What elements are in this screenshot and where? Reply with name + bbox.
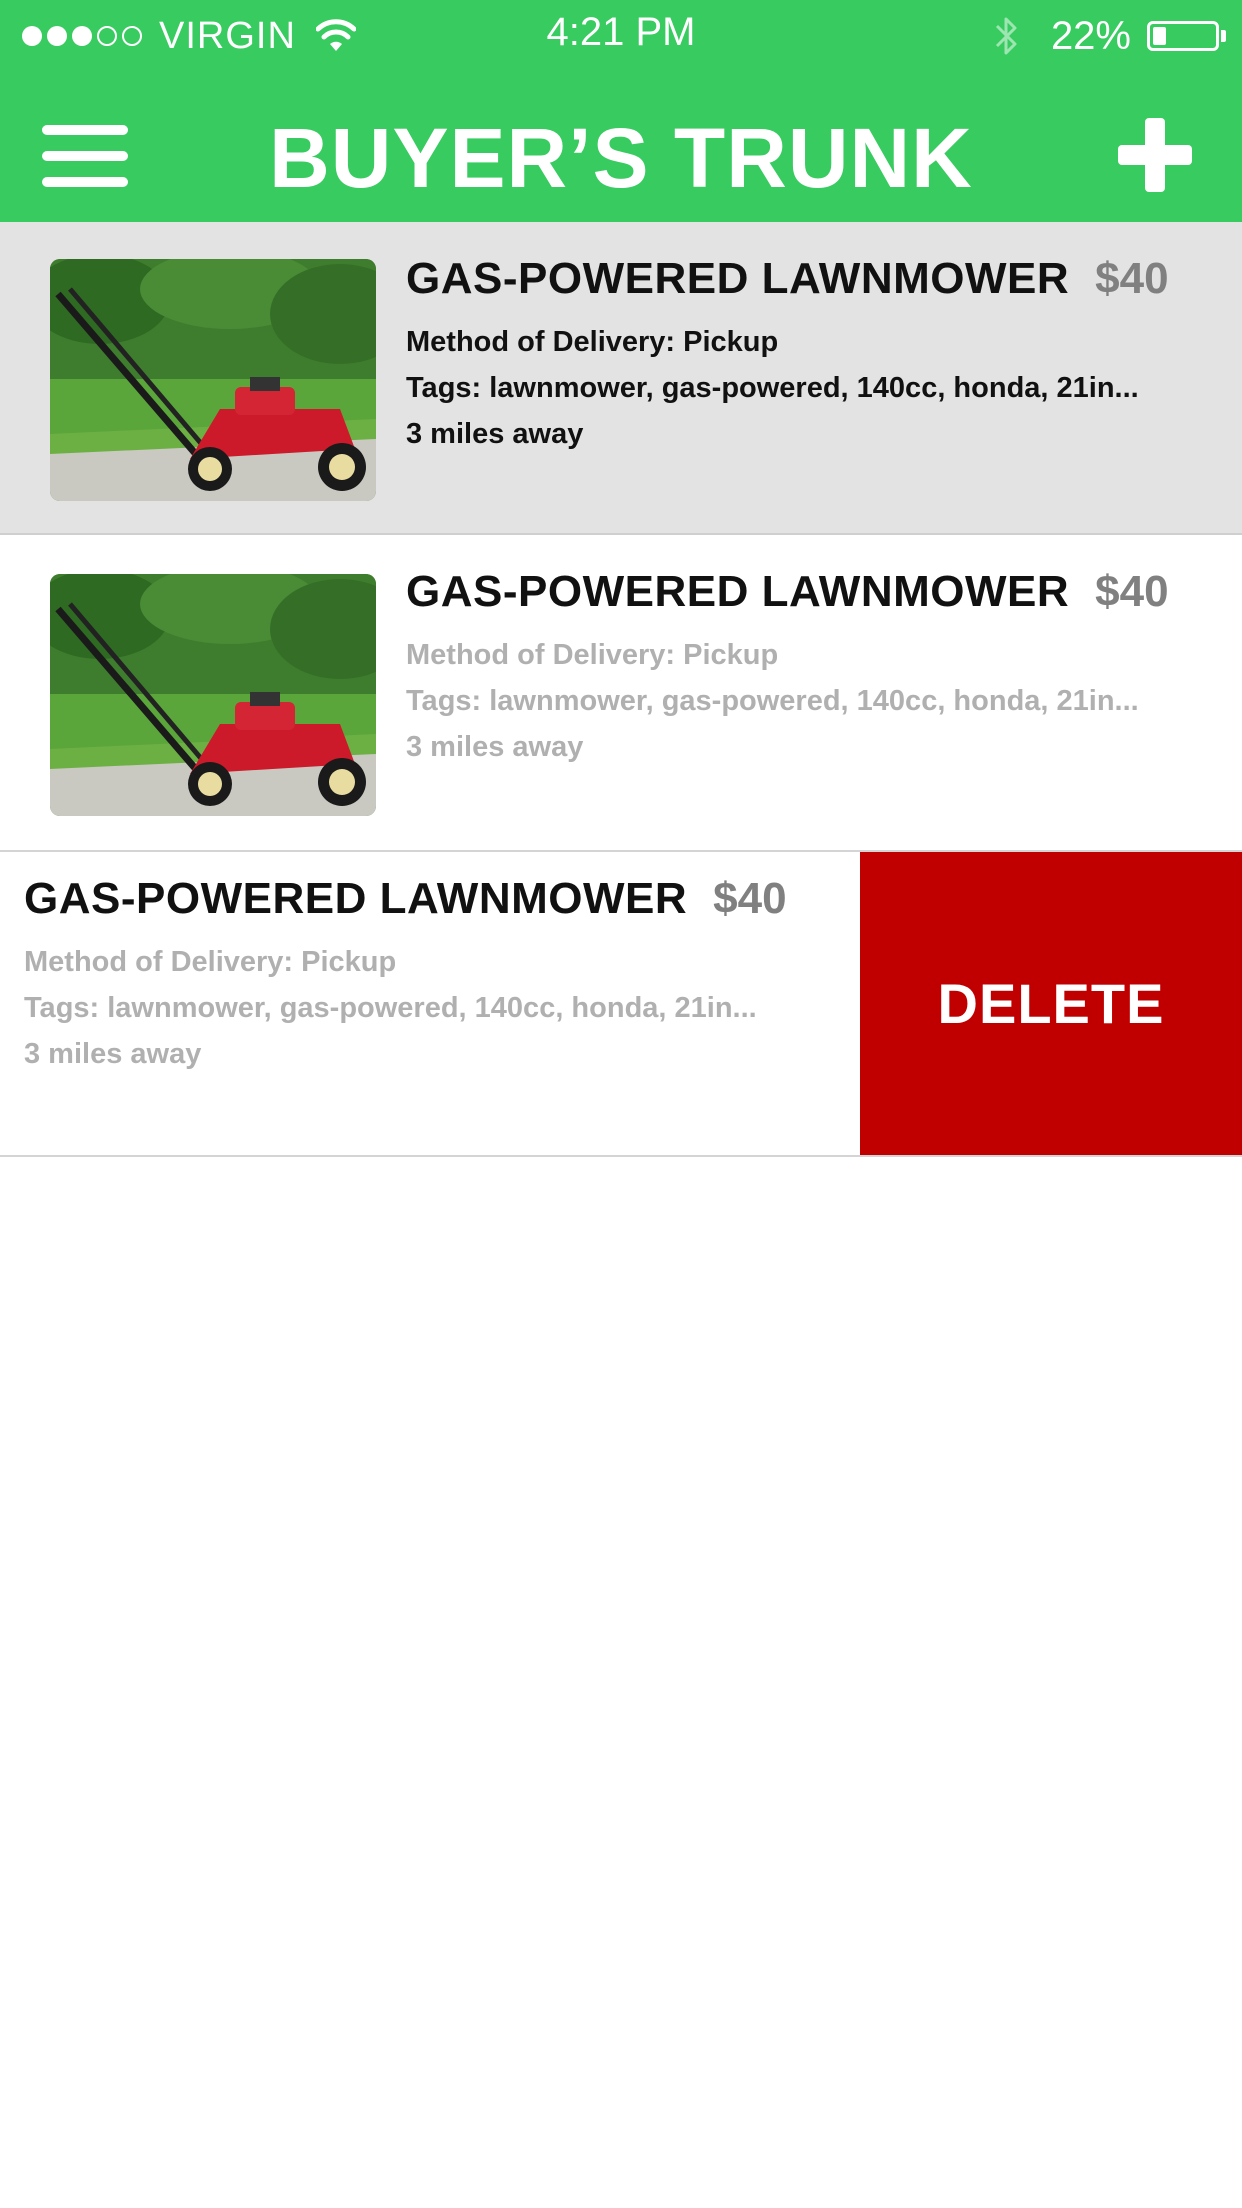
battery-icon: [1147, 21, 1219, 51]
item-title-line: GAS-POWERED LAWNMOWER $40: [24, 874, 824, 924]
item-distance: 3 miles away: [24, 1038, 202, 1070]
list-item-swiped[interactable]: GAS-POWERED LAWNMOWER $40 Method of Deli…: [0, 852, 1242, 1157]
battery-fill: [1153, 27, 1166, 45]
delete-button[interactable]: DELETE: [860, 852, 1242, 1155]
item-thumbnail[interactable]: [50, 259, 376, 501]
item-title-line: GAS-POWERED LAWNMOWER $40: [406, 254, 1206, 304]
item-title: GAS-POWERED LAWNMOWER: [24, 874, 688, 923]
item-info: GAS-POWERED LAWNMOWER $40 Method of Deli…: [406, 254, 1206, 451]
plus-icon[interactable]: [1118, 118, 1192, 192]
item-tags: Tags: lawnmower, gas-powered, 140cc, hon…: [24, 992, 757, 1024]
battery-tip: [1221, 30, 1226, 42]
item-details: Method of Delivery: Pickup Tags: lawnmow…: [406, 326, 1206, 451]
page-title: BUYER’S TRUNK: [269, 111, 973, 205]
item-info: GAS-POWERED LAWNMOWER $40 Method of Deli…: [406, 567, 1206, 764]
item-price: $40: [1095, 254, 1169, 303]
lawnmower-image: [50, 574, 376, 816]
item-title-line: GAS-POWERED LAWNMOWER $40: [406, 567, 1206, 617]
item-title: GAS-POWERED LAWNMOWER: [406, 254, 1070, 303]
item-thumbnail[interactable]: [50, 574, 376, 816]
item-details: Method of Delivery: Pickup Tags: lawnmow…: [406, 639, 1206, 764]
status-bar: VIRGIN 4:21 PM 22%: [0, 0, 1242, 72]
item-title: GAS-POWERED LAWNMOWER: [406, 567, 1070, 616]
item-price: $40: [713, 874, 787, 923]
item-distance: 3 miles away: [406, 731, 584, 763]
item-delivery: Method of Delivery: Pickup: [406, 326, 779, 358]
lawnmower-image: [50, 259, 376, 501]
item-info: GAS-POWERED LAWNMOWER $40 Method of Deli…: [24, 874, 824, 1071]
item-details: Method of Delivery: Pickup Tags: lawnmow…: [24, 946, 824, 1071]
item-tags: Tags: lawnmower, gas-powered, 140cc, hon…: [406, 372, 1139, 404]
plus-bar-vertical: [1145, 118, 1165, 192]
header: VIRGIN 4:21 PM 22% BUYER’S TRUNK: [0, 0, 1242, 222]
list-item[interactable]: GAS-POWERED LAWNMOWER $40 Method of Deli…: [0, 222, 1242, 535]
status-right: 22%: [991, 12, 1226, 60]
bluetooth-icon: [995, 17, 1017, 55]
nav-bar: BUYER’S TRUNK: [0, 72, 1242, 222]
battery-percent: 22%: [1050, 13, 1131, 58]
item-tags: Tags: lawnmower, gas-powered, 140cc, hon…: [406, 685, 1139, 717]
item-delivery: Method of Delivery: Pickup: [406, 639, 779, 671]
item-price: $40: [1095, 567, 1169, 616]
list-item[interactable]: GAS-POWERED LAWNMOWER $40 Method of Deli…: [0, 535, 1242, 852]
item-delivery: Method of Delivery: Pickup: [24, 946, 397, 978]
item-distance: 3 miles away: [406, 418, 584, 450]
